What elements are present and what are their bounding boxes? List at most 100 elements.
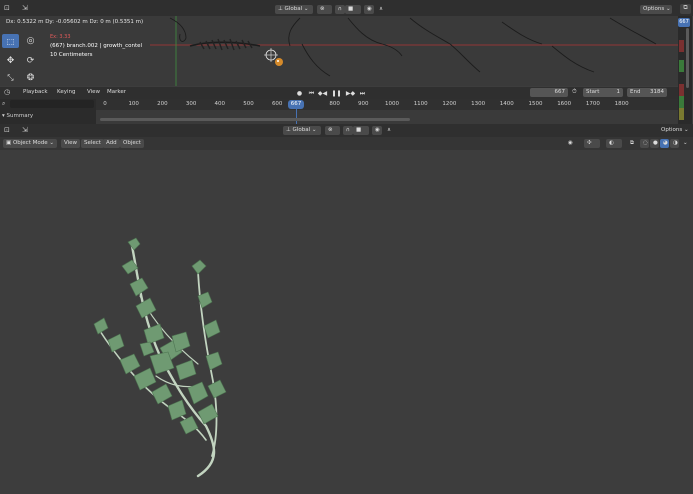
timeline-track[interactable] (96, 110, 678, 124)
wireframe-icon: ◌ (643, 140, 648, 146)
chevron-down-icon: ⌄ (683, 140, 688, 146)
options-dropdown[interactable]: Options ⌄ (640, 5, 672, 14)
search-input[interactable] (10, 100, 94, 108)
xray-icon: ⧉ (630, 140, 634, 146)
viewport-options-dropdown[interactable]: Options ⌄ (658, 126, 690, 135)
timeline-scrollbar[interactable] (100, 118, 410, 121)
shading-material[interactable]: ◕ (660, 139, 669, 148)
timeline-tick-label: 400 (214, 101, 226, 107)
scale-icon: ⤡ (7, 73, 14, 82)
scale-tool[interactable]: ⤡ (2, 71, 19, 85)
end-frame-field[interactable]: End 3184 (627, 88, 667, 97)
viewport-view-menu[interactable]: View (61, 139, 81, 148)
chevron-down-icon: ⌄ (311, 127, 317, 133)
xray-toggle[interactable]: ⧉ (627, 139, 637, 148)
mode-dropdown[interactable]: ▣ Object Mode ⌄ (3, 139, 57, 148)
viewport-falloff-dropdown[interactable]: ∧ (384, 126, 398, 135)
timeline-tick-label: 1700 (585, 101, 600, 107)
shading-solid[interactable]: ● (650, 139, 659, 148)
shading-rendered[interactable]: ◑ (670, 139, 679, 148)
chevron-down-icon: ⌄ (49, 140, 54, 146)
gizmo-dropdown[interactable]: ✣ (584, 139, 600, 148)
viewport-snap-dropdown[interactable]: ■ (353, 126, 369, 135)
object-mode-icon: ▣ (6, 140, 12, 146)
timeline-editor-icon[interactable]: ◷ (4, 88, 10, 96)
ivy-object[interactable] (80, 236, 250, 486)
playback-menu[interactable]: Playback (20, 88, 51, 97)
falloff-dropdown[interactable]: ∧ (376, 5, 390, 14)
timeline-tick-label: 1100 (413, 101, 428, 107)
select-box-tool[interactable]: ⬚ (2, 34, 19, 48)
summary-channel[interactable]: ▾ Summary (2, 112, 33, 120)
rotate-tool[interactable]: ⟳ (22, 54, 39, 68)
graph-frame-badge: 667 (678, 18, 690, 27)
chevron-down-icon: ▾ (2, 113, 5, 119)
curve-segment (347, 17, 403, 57)
viewport-proportional-toggle[interactable]: ◉ (372, 126, 382, 135)
graph-scrollbar[interactable] (686, 28, 689, 88)
playhead-badge[interactable]: 667 (288, 100, 304, 109)
timeline-tick-label: 1800 (614, 101, 629, 107)
view-menu[interactable]: View (84, 88, 103, 97)
viewport-select-icon[interactable]: ⇲ (22, 126, 28, 134)
proportional-icon: ◉ (375, 127, 380, 133)
axes-icon: ⊥ (286, 127, 291, 133)
pivot-icon: ⊗ (320, 6, 325, 12)
curve-view[interactable] (150, 16, 678, 86)
cursor-icon: ◎ (26, 36, 35, 46)
square-icon: ■ (356, 127, 362, 133)
jump-start-button[interactable]: ⏮ (307, 89, 316, 98)
select-box-icon: ⬚ (6, 36, 15, 46)
viewport-orientation-dropdown[interactable]: ⊥ Global ⌄ (283, 126, 321, 135)
timeline-tick-label: 100 (128, 101, 139, 107)
channel-color-strip (679, 40, 684, 120)
overlays-dropdown[interactable]: ◐ (606, 139, 622, 148)
jump-end-button[interactable]: ⏭ (358, 89, 367, 98)
marker-menu[interactable]: Marker (104, 88, 129, 97)
shading-dropdown[interactable]: ⌄ (680, 139, 690, 148)
proportional-icon: ◉ (367, 6, 372, 12)
pause-button[interactable]: ❚❚ (331, 89, 342, 98)
proportional-toggle[interactable]: ◉ (364, 5, 374, 14)
viewport-select-menu[interactable]: Select (81, 139, 104, 148)
timeline-tick-label: 200 (157, 101, 168, 107)
keying-menu[interactable]: Keying (54, 88, 78, 97)
current-frame-field[interactable]: 667 (530, 88, 568, 97)
timeline-tick-label: 500 (243, 101, 254, 107)
record-button[interactable]: ● (295, 89, 304, 98)
cursor-tool[interactable]: ◎ (22, 34, 39, 48)
viewport-object-menu[interactable]: Object (120, 139, 144, 148)
transform-tool[interactable]: ❂ (22, 71, 39, 85)
square-icon: ■ (348, 6, 354, 12)
ivy-stem-main (130, 244, 216, 478)
use-preview-range-icon[interactable]: ⏱ (572, 88, 580, 97)
window-corner-icon[interactable]: ⧉ (680, 4, 691, 14)
viewport-editor-icon[interactable]: ⊡ (4, 126, 10, 134)
start-frame-field[interactable]: Start 1 (583, 88, 623, 97)
search-icon[interactable]: ⌕ (2, 100, 5, 108)
transform-orientation-dropdown[interactable]: ⊥ Global ⌄ (275, 5, 313, 14)
shading-wireframe[interactable]: ◌ (640, 139, 649, 148)
visibility-dropdown[interactable]: ◉ (565, 139, 581, 148)
chevron-down-icon: ⌄ (303, 6, 309, 12)
prev-key-icon: ◆◀ (317, 90, 328, 97)
viewport-add-menu[interactable]: Add (103, 139, 120, 148)
snap-toggle[interactable]: ∩ (335, 5, 345, 14)
timeline-tick-label: 900 (358, 101, 369, 107)
next-key-button[interactable]: ▶◆ (346, 89, 355, 98)
select-cursor-icon[interactable]: ⇲ (22, 4, 34, 13)
timeline-tick-label: 1500 (528, 101, 543, 107)
snap-dropdown[interactable]: ■ (345, 5, 361, 14)
pivot-dropdown[interactable]: ⊗ (317, 5, 332, 14)
viewport-snap-toggle[interactable]: ∩ (343, 126, 353, 135)
timeline-tick-label: 800 (329, 101, 340, 107)
prev-key-button[interactable]: ◆◀ (318, 89, 327, 98)
pause-icon: ❚❚ (331, 90, 342, 97)
curve-handle (169, 17, 187, 42)
move-tool[interactable]: ✥ (2, 54, 19, 68)
chevron-down-icon: ⌄ (665, 6, 671, 12)
timeline-tick-label: 1000 (385, 101, 399, 107)
curve-segment (501, 21, 543, 45)
editor-type-icon[interactable]: ⊡ (4, 4, 16, 13)
viewport-pivot-dropdown[interactable]: ⊗ (325, 126, 340, 135)
